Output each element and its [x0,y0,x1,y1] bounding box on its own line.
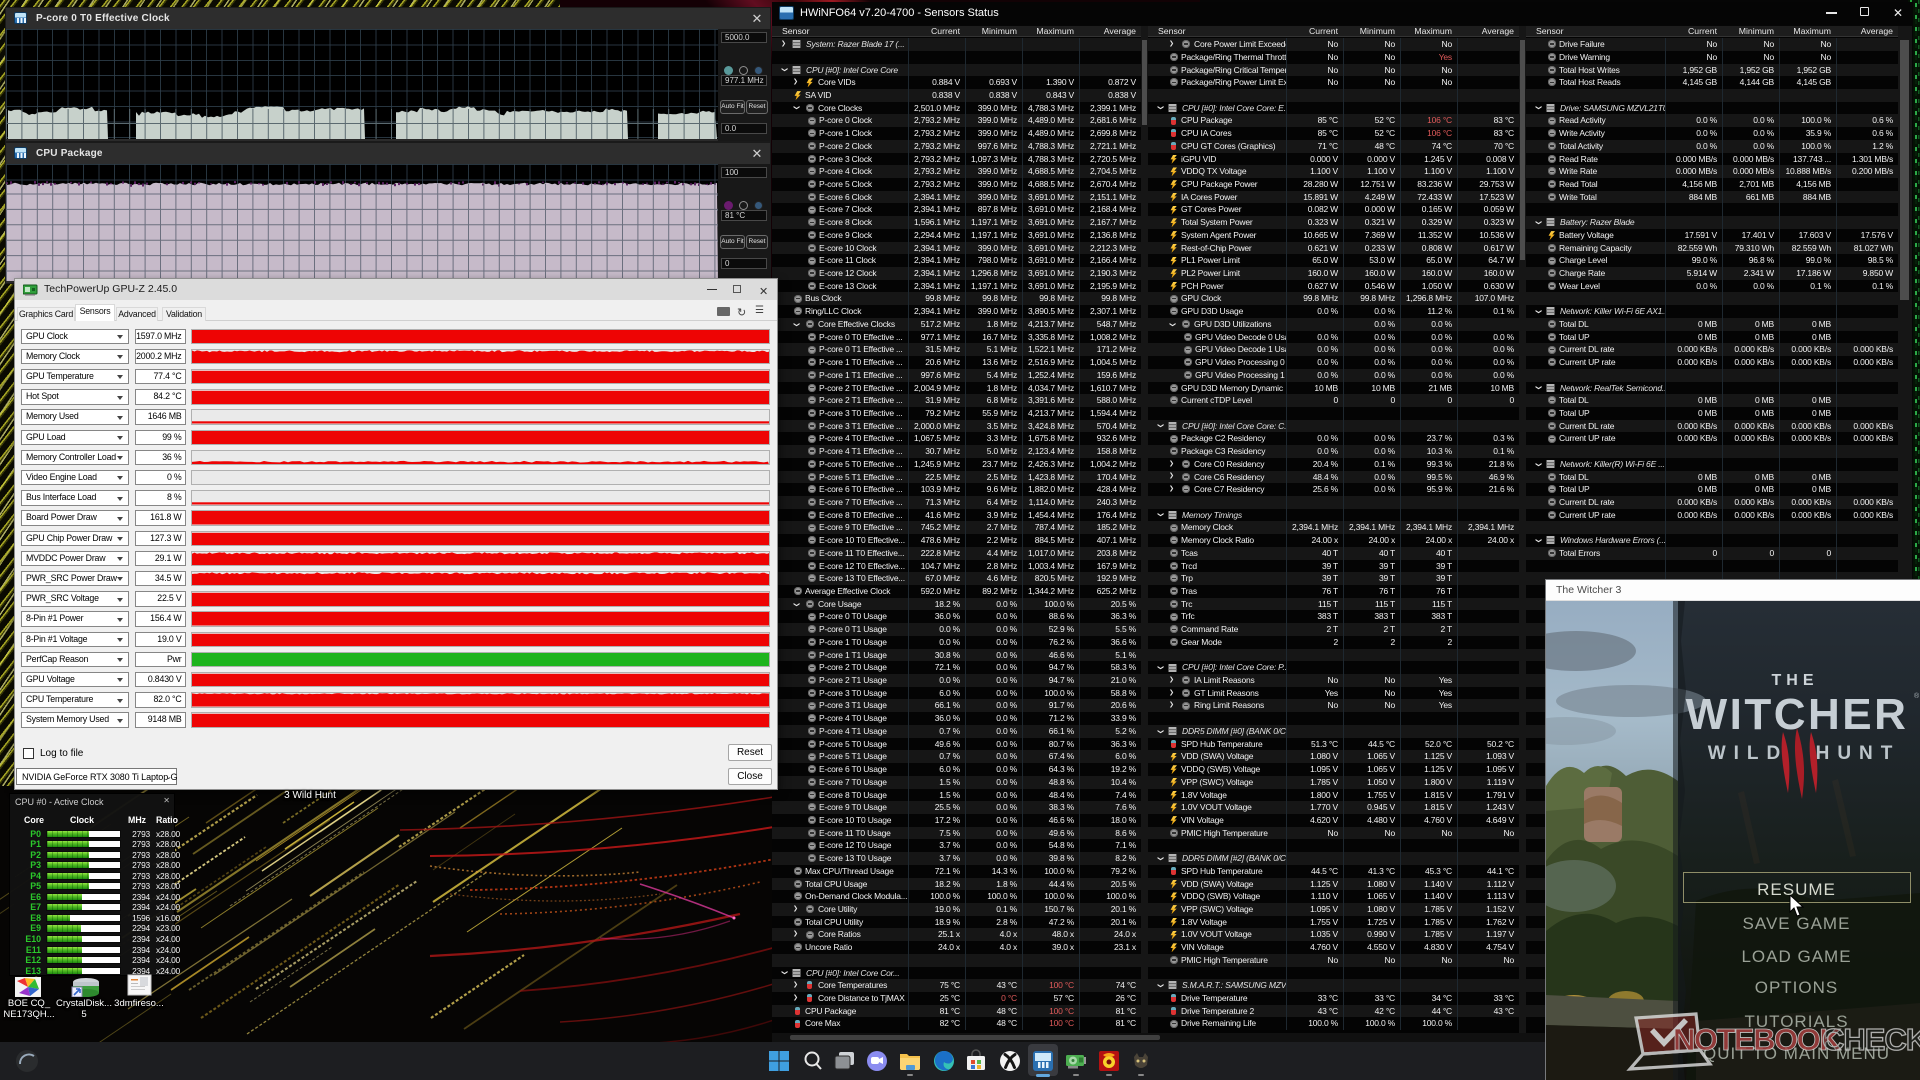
svg-text:THE: THE [1772,672,1819,689]
svg-text:®: ® [1914,692,1920,700]
svg-text:NOTEBOOK: NOTEBOOK [1673,1022,1842,1057]
svg-text:HUNT: HUNT [1816,743,1901,764]
svg-text:CHECK: CHECK [1822,1022,1920,1057]
svg-text:WILD: WILD [1708,743,1789,764]
